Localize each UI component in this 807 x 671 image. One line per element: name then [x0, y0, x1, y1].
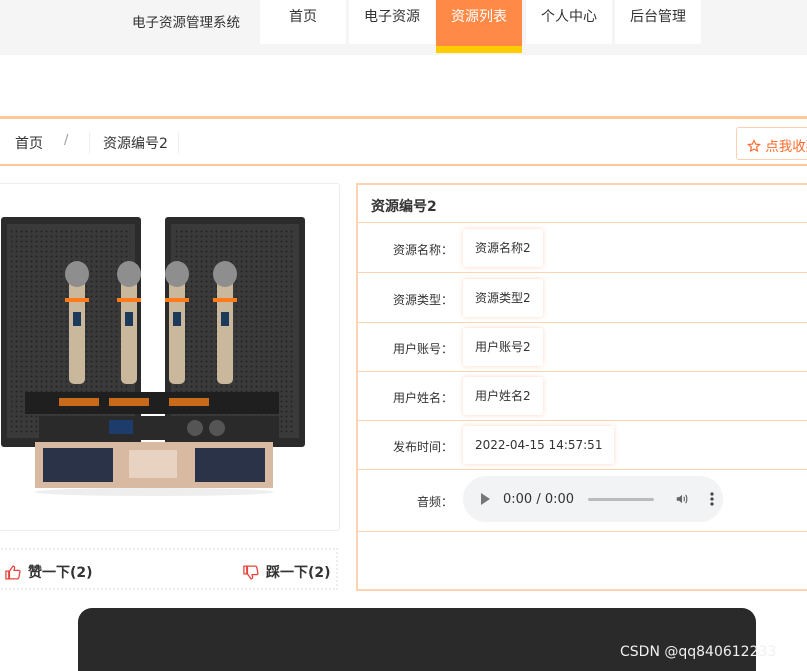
- dislike-button[interactable]: 踩一下(2): [242, 562, 331, 582]
- site-title: 电子资源管理系统: [132, 15, 240, 31]
- like-label: 赞一下(2): [28, 565, 93, 581]
- field-label: 用户姓名：: [392, 391, 453, 405]
- favorite-button[interactable]: 点我收藏: [736, 127, 807, 160]
- detail-row-publish-time: 发布时间： 2022-04-15 14:57:51: [358, 420, 807, 470]
- resource-detail-panel: 资源编号2 资源名称： 资源名称2 资源类型： 资源类型2 用户账号： 用户账号…: [356, 183, 807, 591]
- favorite-label: 点我收藏: [765, 139, 807, 155]
- field-value: 用户账号2: [463, 328, 543, 366]
- volume-icon[interactable]: [674, 492, 690, 506]
- star-icon: [747, 139, 761, 153]
- field-label: 音频：: [416, 495, 453, 509]
- field-label: 用户账号：: [392, 342, 453, 356]
- nav-active-indicator: [436, 46, 522, 53]
- breadcrumb-divider: [178, 132, 179, 154]
- detail-row-account: 用户账号： 用户账号2: [358, 322, 807, 372]
- thumbs-up-icon: [5, 564, 21, 580]
- nav-resource-list[interactable]: 资源列表: [436, 0, 522, 46]
- like-button[interactable]: 赞一下(2): [4, 562, 93, 582]
- vote-bar: 赞一下(2) 踩一下(2): [0, 548, 338, 590]
- field-value: 用户姓名2: [463, 377, 543, 415]
- breadcrumb-current: 资源编号2: [103, 136, 168, 152]
- top-header: 电子资源管理系统 首页 电子资源 资源列表 个人中心 后台管理: [0, 0, 807, 55]
- audio-time: 0:00 / 0:00: [503, 491, 575, 507]
- detail-title: 资源编号2: [358, 185, 807, 223]
- field-value: 资源类型2: [463, 279, 543, 317]
- dislike-label: 踩一下(2): [266, 565, 331, 581]
- breadcrumb: 首页 / 资源编号2 点我收藏: [0, 116, 807, 166]
- nav-admin[interactable]: 后台管理: [615, 0, 701, 44]
- resource-image: [1, 217, 305, 496]
- audio-progress-slider[interactable]: [588, 497, 655, 501]
- breadcrumb-separator: /: [64, 133, 69, 148]
- field-label: 资源名称：: [392, 243, 453, 257]
- audio-player[interactable]: 0:00 / 0:00: [463, 476, 723, 522]
- field-label: 资源类型：: [392, 293, 453, 307]
- breadcrumb-home[interactable]: 首页: [15, 133, 43, 153]
- detail-row-audio: 音频： 0:00 / 0:00: [358, 470, 807, 532]
- thumbs-down-icon: [243, 564, 259, 580]
- field-value: 2022-04-15 14:57:51: [463, 426, 615, 464]
- resource-image-card: [0, 183, 340, 531]
- breadcrumb-divider: [89, 132, 90, 154]
- play-icon[interactable]: [481, 493, 490, 505]
- watermark: CSDN @qq840612233: [620, 644, 777, 660]
- field-label: 发布时间：: [392, 440, 453, 454]
- nav-e-resources[interactable]: 电子资源: [349, 0, 435, 44]
- nav-personal-center[interactable]: 个人中心: [526, 0, 612, 44]
- field-value: 资源名称2: [463, 229, 543, 267]
- more-options-icon[interactable]: [710, 492, 714, 506]
- detail-row-username: 用户姓名： 用户姓名2: [358, 371, 807, 421]
- footer-panel: [78, 608, 756, 671]
- detail-row-type: 资源类型： 资源类型2: [358, 273, 807, 323]
- detail-row-name: 资源名称： 资源名称2: [358, 223, 807, 273]
- nav-home[interactable]: 首页: [260, 0, 346, 44]
